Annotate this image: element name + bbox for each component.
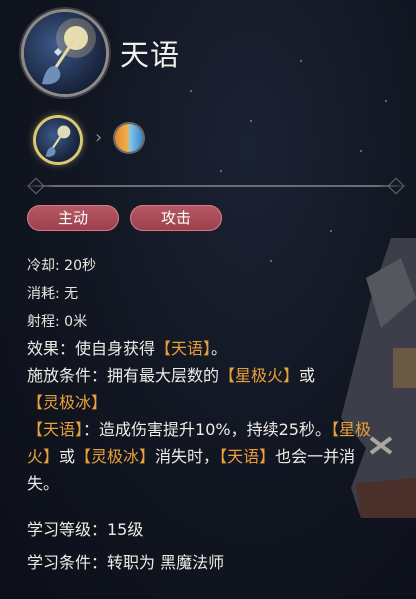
- buff-description: 【天语】：造成伤害提升10%，持续25秒。【星极火】或【灵极冰】消失时，【天语】…: [27, 420, 371, 493]
- learn-condition: 学习条件：转职为 黑魔法师: [27, 553, 225, 572]
- divider: [24, 177, 408, 195]
- tag-active: 主动: [27, 205, 119, 231]
- starlight-staff-icon: [42, 18, 96, 85]
- effect-text: 效果：使自身获得【天语】。: [27, 339, 228, 358]
- learn-level: 学习等级：15级: [27, 520, 144, 539]
- chain-skill-current-icon[interactable]: [36, 118, 80, 162]
- tag-attack: 攻击: [130, 205, 222, 231]
- stat-cooldown: 冷却: 20秒: [27, 258, 96, 274]
- stat-range: 射程: 0米: [27, 314, 88, 330]
- cast-condition-text: 施放条件：拥有最大层数的【星极火】或 【灵极冰】: [27, 366, 316, 412]
- fire-ice-orb-icon[interactable]: [115, 124, 143, 152]
- chevron-right-icon: ›: [95, 127, 103, 148]
- skill-icon: [24, 12, 106, 94]
- stat-cost: 消耗: 无: [27, 286, 79, 302]
- skill-name: 天语: [120, 38, 181, 72]
